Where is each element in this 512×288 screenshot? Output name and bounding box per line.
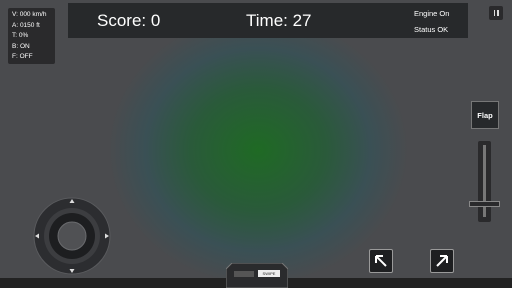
altitude-readout: A: 0150 ft [12, 21, 40, 29]
pause-button[interactable] [489, 6, 503, 20]
arrow-up-left-icon [375, 255, 387, 267]
joystick-knob[interactable] [57, 221, 87, 251]
engine-status: Engine On [414, 9, 450, 18]
flaps-readout: F: OFF [12, 53, 33, 60]
brake-readout: B: ON [12, 42, 30, 50]
flight-info-panel: V: 000 km/h A: 0150 ft T: 0% B: ON F: OF… [8, 8, 55, 64]
widget-left-segment [234, 271, 254, 277]
widget-label: SWIPE [258, 270, 280, 277]
steer-left-button[interactable] [369, 249, 393, 273]
hud-bar: Score: 0 Time: 27 Engine On Status OK [68, 3, 468, 38]
throttle-readout: T: 0% [12, 32, 29, 39]
pause-icon [493, 10, 495, 16]
time-display: Time: 27 [246, 11, 312, 30]
arrow-up-right-icon [436, 255, 448, 267]
score-display: Score: 0 [97, 11, 161, 30]
system-status: Status OK [414, 25, 449, 34]
steer-right-button[interactable] [430, 249, 454, 273]
velocity-readout: V: 000 km/h [12, 11, 47, 18]
flap-button[interactable]: Flap [471, 101, 499, 129]
joystick[interactable] [32, 196, 112, 276]
throttle-handle[interactable] [469, 201, 500, 207]
